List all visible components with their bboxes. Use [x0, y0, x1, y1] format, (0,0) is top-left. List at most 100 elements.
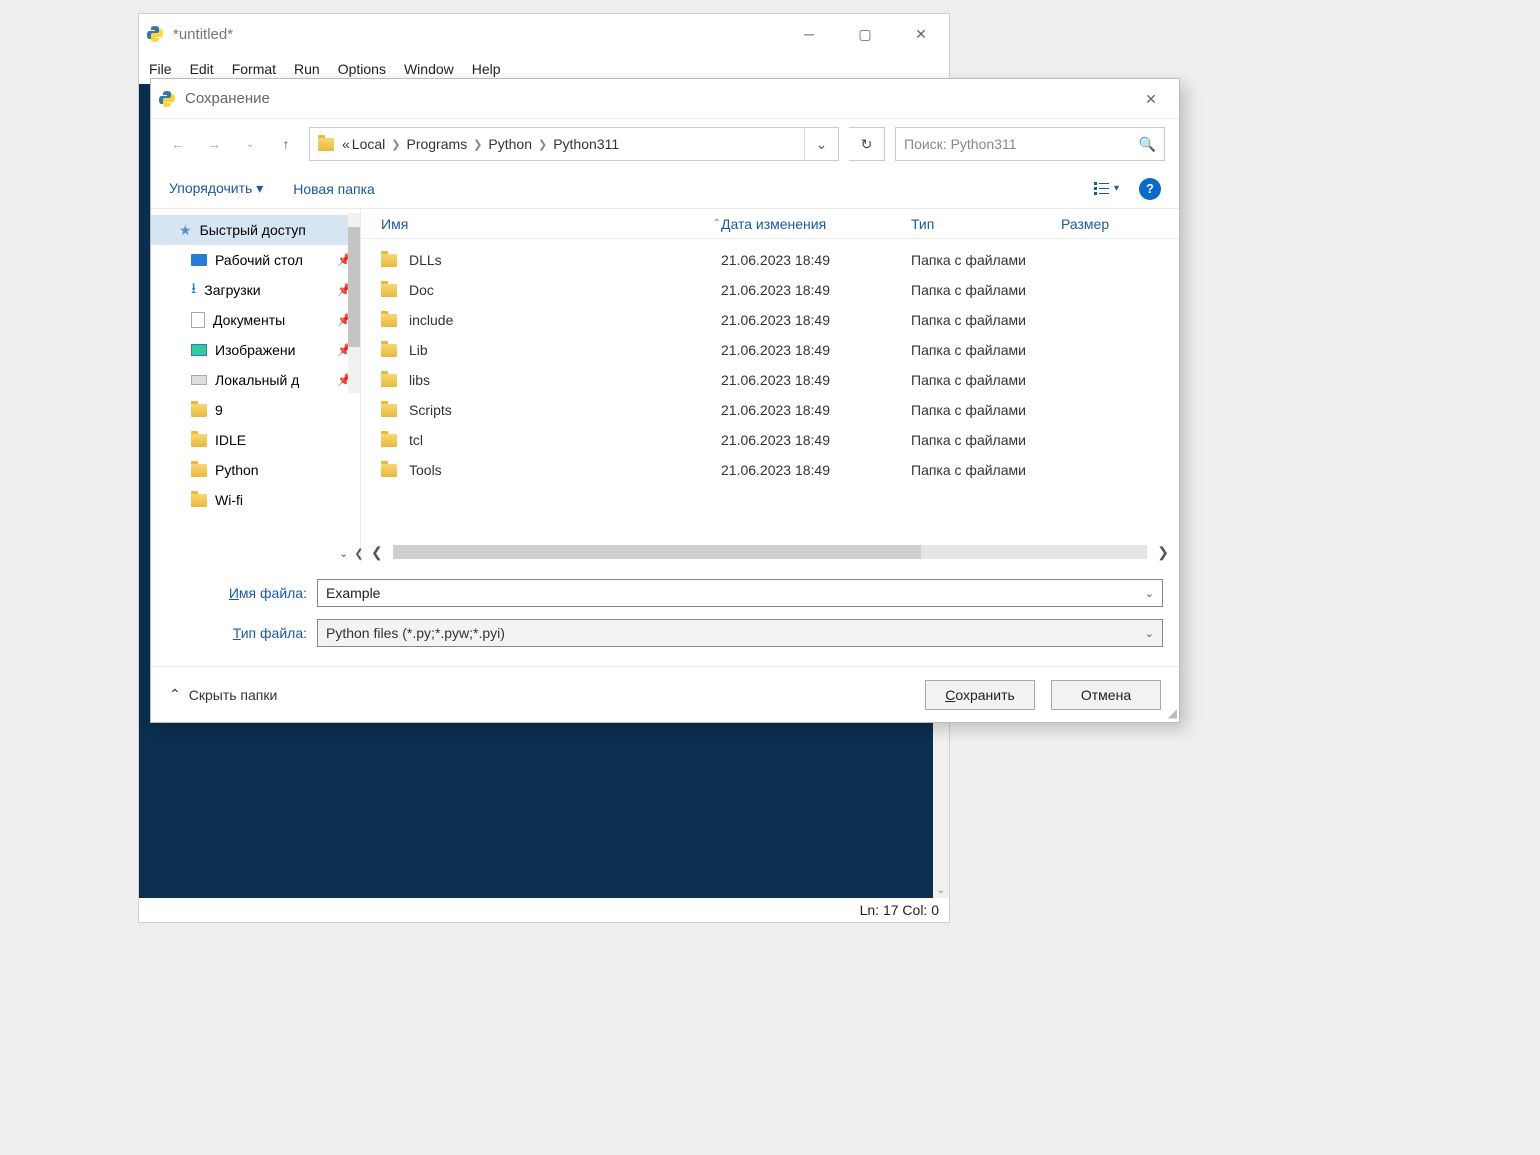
- chevron-down-icon[interactable]: ⌄: [1145, 627, 1154, 640]
- dialog-bottom: ⌃ Скрыть папки Сохранить Отмена: [151, 666, 1179, 722]
- sidebar-item[interactable]: 9: [151, 395, 360, 425]
- file-row[interactable]: Doc21.06.2023 18:49Папка с файлами: [361, 275, 1179, 305]
- file-row[interactable]: include21.06.2023 18:49Папка с файлами: [361, 305, 1179, 335]
- chevron-down-icon[interactable]: ⌄: [1145, 587, 1154, 600]
- view-options-button[interactable]: ▾: [1094, 182, 1119, 196]
- cursor-pos: Ln: 17 Col: 0: [860, 902, 939, 918]
- star-icon: ★: [179, 222, 192, 239]
- help-button[interactable]: ?: [1139, 178, 1161, 200]
- file-name: DLLs: [409, 252, 442, 268]
- col-type-header[interactable]: Тип: [911, 216, 1061, 232]
- scroll-right-icon[interactable]: ❯: [1157, 544, 1169, 561]
- col-size-header[interactable]: Размер: [1061, 216, 1179, 232]
- breadcrumb-prefix: «: [342, 136, 350, 152]
- sidebar-item[interactable]: ★Быстрый доступ: [151, 215, 360, 245]
- search-icon[interactable]: 🔍: [1139, 136, 1156, 153]
- chevron-up-icon: ⌃: [169, 686, 181, 703]
- file-row[interactable]: Tools21.06.2023 18:49Папка с файлами: [361, 455, 1179, 485]
- sidebar-item[interactable]: Рабочий стол📌: [151, 245, 360, 275]
- resize-grip[interactable]: ◢: [1168, 706, 1177, 720]
- folder-icon: [191, 464, 207, 477]
- sidebar-item[interactable]: ⭳Загрузки📌: [151, 275, 360, 305]
- file-type: Папка с файлами: [911, 312, 1061, 328]
- file-type: Папка с файлами: [911, 432, 1061, 448]
- hide-folders-toggle[interactable]: ⌃ Скрыть папки: [169, 686, 277, 703]
- file-row[interactable]: DLLs21.06.2023 18:49Папка с файлами: [361, 245, 1179, 275]
- chevron-right-icon: ❯: [391, 138, 400, 151]
- menu-window[interactable]: Window: [404, 61, 454, 77]
- disk-icon: [191, 375, 207, 385]
- file-name: include: [409, 312, 453, 328]
- scroll-thumb[interactable]: [393, 545, 921, 559]
- file-name: tcl: [409, 432, 423, 448]
- list-view-icon: [1094, 182, 1110, 196]
- python-icon: [159, 91, 175, 107]
- sidebar-item[interactable]: Wi-fi: [151, 485, 360, 515]
- col-date-header[interactable]: Дата изменения: [721, 216, 911, 232]
- file-type: Папка с файлами: [911, 462, 1061, 478]
- file-row[interactable]: Scripts21.06.2023 18:49Папка с файлами: [361, 395, 1179, 425]
- organize-button[interactable]: Упорядочить ▾: [169, 180, 263, 197]
- save-button[interactable]: Сохранить: [925, 680, 1035, 710]
- sidebar-item[interactable]: Локальный д📌: [151, 365, 360, 395]
- nav-up-button[interactable]: ↑: [273, 136, 299, 152]
- breadcrumb-part[interactable]: Programs: [406, 136, 467, 152]
- sidebar-scrollbar[interactable]: [348, 213, 360, 393]
- col-name-header[interactable]: Имя⌃: [381, 216, 721, 232]
- file-name: Doc: [409, 282, 434, 298]
- idle-titlebar: *untitled* ─ ▢ ✕: [139, 14, 949, 54]
- search-input[interactable]: Поиск: Python311 🔍: [895, 127, 1165, 161]
- breadcrumb-part[interactable]: Python: [488, 136, 532, 152]
- folder-icon: [191, 404, 207, 417]
- dialog-titlebar: Сохранение ✕: [151, 79, 1179, 119]
- file-row[interactable]: libs21.06.2023 18:49Папка с файлами: [361, 365, 1179, 395]
- filetype-select[interactable]: Python files (*.py;*.pyw;*.pyi)⌄: [317, 619, 1163, 647]
- menu-run[interactable]: Run: [294, 61, 320, 77]
- scroll-down-icon[interactable]: ⌄: [937, 885, 945, 896]
- sidebar-item[interactable]: Документы📌: [151, 305, 360, 335]
- desktop-icon: [191, 254, 207, 266]
- dialog-close-button[interactable]: ✕: [1123, 79, 1179, 119]
- idle-statusbar: Ln: 17 Col: 0: [139, 898, 949, 922]
- close-button[interactable]: ✕: [893, 14, 949, 54]
- sidebar-scroll-thumb[interactable]: [348, 227, 360, 347]
- sidebar-item-label: Python: [215, 462, 259, 478]
- menu-options[interactable]: Options: [338, 61, 386, 77]
- menu-edit[interactable]: Edit: [190, 61, 214, 77]
- folder-icon: [381, 464, 397, 477]
- filename-input[interactable]: Example⌄: [317, 579, 1163, 607]
- sidebar-item-label: Загрузки: [204, 282, 260, 298]
- breadcrumb[interactable]: « Local ❯ Programs ❯ Python ❯ Python311 …: [309, 127, 839, 161]
- cancel-button[interactable]: Отмена: [1051, 680, 1161, 710]
- minimize-button[interactable]: ─: [781, 14, 837, 54]
- folder-icon: [318, 138, 334, 151]
- menu-file[interactable]: File: [149, 61, 172, 77]
- refresh-button[interactable]: ↻: [849, 127, 885, 161]
- breadcrumb-part[interactable]: Local: [352, 136, 385, 152]
- sidebar-item[interactable]: Python: [151, 455, 360, 485]
- file-row[interactable]: tcl21.06.2023 18:49Папка с файлами: [361, 425, 1179, 455]
- file-row[interactable]: Lib21.06.2023 18:49Папка с файлами: [361, 335, 1179, 365]
- scroll-track[interactable]: [393, 545, 1148, 559]
- sidebar-item[interactable]: Изображени📌: [151, 335, 360, 365]
- menu-help[interactable]: Help: [472, 61, 501, 77]
- scroll-left-icon[interactable]: ❮: [371, 544, 383, 561]
- dialog-title: Сохранение: [185, 90, 270, 107]
- file-list: DLLs21.06.2023 18:49Папка с файламиDoc21…: [361, 239, 1179, 542]
- maximize-button[interactable]: ▢: [837, 14, 893, 54]
- sidebar-item-label: Wi-fi: [215, 492, 243, 508]
- breadcrumb-dropdown[interactable]: ⌄: [804, 128, 838, 160]
- nav-back-button[interactable]: ←: [165, 136, 191, 152]
- dialog-fields: Имя файла: Example⌄ Тип файла: Python fi…: [151, 562, 1179, 666]
- folder-icon: [381, 404, 397, 417]
- file-type: Папка с файлами: [911, 252, 1061, 268]
- horizontal-scrollbar[interactable]: ❮ ❯: [361, 542, 1179, 562]
- new-folder-button[interactable]: Новая папка: [293, 181, 375, 197]
- menu-format[interactable]: Format: [232, 61, 276, 77]
- sidebar-item[interactable]: IDLE: [151, 425, 360, 455]
- folder-icon: [191, 434, 207, 447]
- breadcrumb-part[interactable]: Python311: [553, 136, 619, 152]
- nav-recent-button[interactable]: ⌄: [237, 139, 263, 150]
- nav-forward-button[interactable]: →: [201, 136, 227, 152]
- sidebar-expand-icons[interactable]: ⌄ ❮: [339, 547, 364, 560]
